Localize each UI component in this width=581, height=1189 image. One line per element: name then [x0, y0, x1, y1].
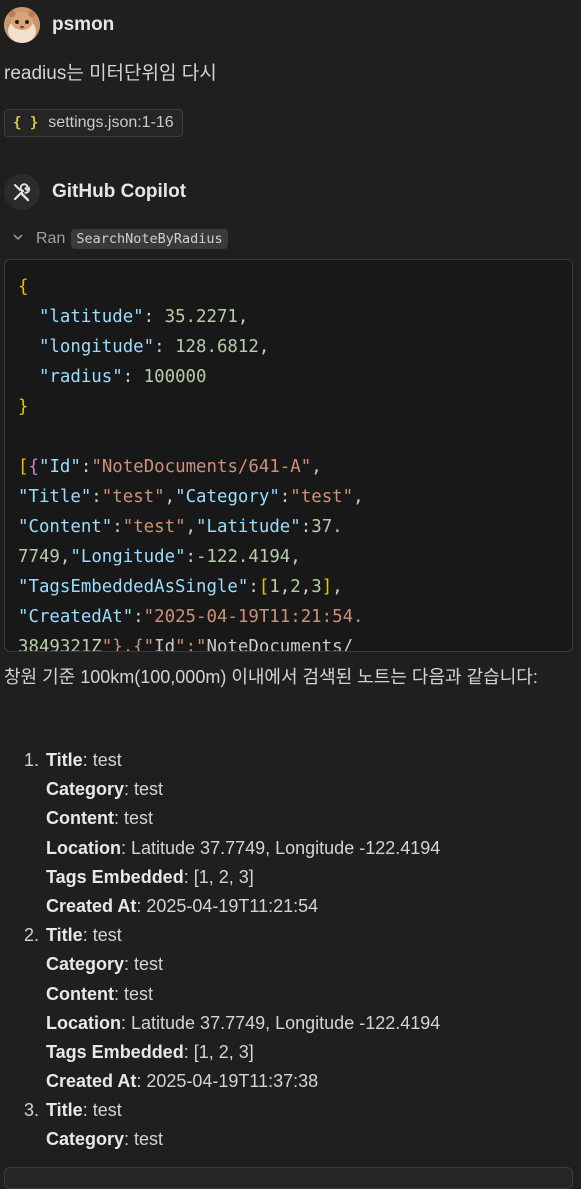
note-field: Category: test — [24, 1125, 574, 1154]
assistant-header: GitHub Copilot — [4, 173, 186, 211]
answer-intro-text: 창원 기준 100km(100,000m) 이내에서 검색된 노트는 다음과 같… — [4, 667, 538, 687]
note-field: Created At: 2025-04-19T11:37:38 — [24, 1067, 574, 1096]
note-field: Created At: 2025-04-19T11:21:54 — [24, 892, 574, 921]
note-field-label: Category — [46, 954, 125, 975]
note-number: 2. — [24, 925, 40, 946]
note-field: Tags Embedded: [1, 2, 3] — [24, 1038, 574, 1067]
chevron-down-icon — [12, 230, 24, 248]
assistant-name: GitHub Copilot — [52, 181, 187, 202]
note-field-value: : test — [124, 779, 164, 800]
note-field-value: : test — [124, 1129, 164, 1150]
note-field-label: Created At — [46, 1071, 137, 1092]
note-field-label: Content — [46, 808, 114, 829]
note-field: Location: Latitude 37.7749, Longitude -1… — [24, 834, 574, 863]
code-content: { "latitude": 35.2271, "longitude": 128.… — [18, 272, 563, 652]
note-field: 2. Title: test — [24, 921, 574, 950]
note-field-label: Location — [46, 1012, 121, 1033]
note-field-value: : test — [82, 925, 122, 946]
note-field-value: : Latitude 37.7749, Longitude -122.4194 — [121, 1012, 441, 1033]
code-line: 7749,"Longitude":-122.4194, — [18, 547, 301, 567]
attachment-chip[interactable]: { } settings.json:1-16 — [4, 109, 183, 137]
code-line: "Content":"test","Latitude":37. — [18, 517, 343, 537]
note-field-label: Tags Embedded — [46, 1041, 184, 1062]
note-field-label: Title — [46, 925, 83, 946]
hamster-avatar-icon — [4, 7, 40, 43]
user-message-text: readius는 미터단위임 다시 — [4, 63, 217, 84]
tool-run-toggle[interactable]: Ran SearchNoteByRadius — [12, 228, 228, 250]
json-braces-icon: { } — [13, 115, 39, 131]
note-field-label: Category — [46, 1129, 125, 1150]
chat-input-box[interactable] — [4, 1167, 573, 1189]
note-number: 3. — [24, 1100, 40, 1121]
note-field: Content: test — [24, 804, 574, 833]
note-field-value: : 2025-04-19T11:37:38 — [136, 1071, 319, 1092]
code-line: { — [18, 277, 29, 297]
code-line: "Title":"test","Category":"test", — [18, 487, 364, 507]
note-field-label: Title — [46, 750, 83, 770]
note-field-value: : Latitude 37.7749, Longitude -122.4194 — [121, 837, 441, 858]
note-field: Category: test — [24, 775, 574, 804]
note-number: 1. — [24, 750, 40, 770]
code-line: } — [18, 397, 29, 417]
note-field-value: : [1, 2, 3] — [183, 1041, 254, 1062]
note-field: Location: Latitude 37.7749, Longitude -1… — [24, 1009, 574, 1038]
code-line: "CreatedAt":"2025-04-19T11:21:54. — [18, 607, 364, 627]
note-field-label: Tags Embedded — [46, 866, 184, 887]
note-field-value: : test — [113, 983, 153, 1004]
code-line: "radius": 100000 — [38, 367, 207, 387]
ran-label: Ran — [36, 230, 66, 247]
note-field-label: Category — [46, 779, 125, 800]
note-field-value: : test — [113, 808, 153, 829]
code-line: "latitude": 35.2271, — [38, 307, 249, 327]
note-field-value: : 2025-04-19T11:21:54 — [136, 895, 319, 916]
tool-output-code-block[interactable]: { "latitude": 35.2271, "longitude": 128.… — [4, 259, 573, 652]
code-line: [{"Id":"NoteDocuments/641-A", — [18, 457, 322, 477]
note-field-label: Title — [46, 1100, 83, 1121]
note-field: 3. Title: test — [24, 1096, 574, 1125]
code-line: "TagsEmbeddedAsSingle":[1,2,3], — [18, 577, 343, 597]
note-field: Category: test — [24, 950, 574, 979]
note-field: 1. Title: test — [24, 746, 574, 775]
note-field-label: Created At — [46, 895, 137, 916]
note-field-value: : [1, 2, 3] — [183, 866, 254, 887]
note-field-label: Content — [46, 983, 114, 1004]
tool-name-badge: SearchNoteByRadius — [71, 229, 228, 249]
note-field-value: : test — [82, 750, 122, 770]
note-field: Tags Embedded: [1, 2, 3] — [24, 863, 574, 892]
user-message-header: psmon — [4, 6, 114, 44]
code-line: 3849321Z"},{"Id":"NoteDocuments/ — [18, 637, 354, 652]
notes-list: 1. Title: test Category: test Content: test… — [24, 746, 574, 1155]
code-line: "longitude": 128.6812, — [38, 337, 270, 357]
user-avatar[interactable] — [4, 7, 40, 43]
attachment-label: settings.json:1-16 — [48, 114, 174, 131]
note-field-value: : test — [124, 954, 164, 975]
note-field: Content: test — [24, 980, 574, 1009]
note-field-value: : test — [82, 1100, 122, 1121]
note-field-label: Location — [46, 837, 121, 858]
username: psmon — [52, 14, 115, 35]
tools-icon — [4, 174, 40, 210]
